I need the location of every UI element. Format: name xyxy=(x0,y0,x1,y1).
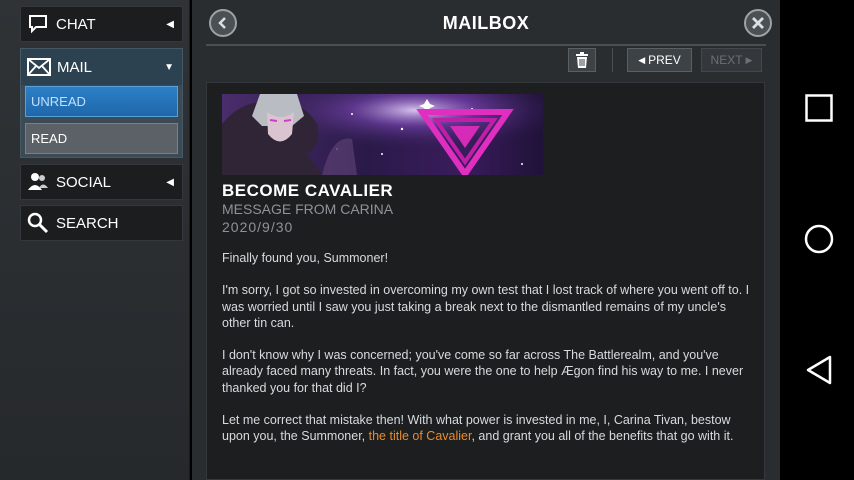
mailbox-panel: MAILBOX ◀ PREV NEXT ▶ BECOME CAVALIER ME… xyxy=(192,0,780,480)
next-label: NEXT xyxy=(710,53,743,67)
message-paragraph: Finally found you, Summoner! xyxy=(222,251,389,265)
sidebar: CHAT ◀ MAIL ▼ UNREAD READ SOCIAL ◀ SEARC… xyxy=(0,0,190,480)
message-sender: MESSAGE FROM CARINA xyxy=(222,201,394,217)
chat-bubble-icon xyxy=(26,12,50,36)
message-date: 2020/9/30 xyxy=(222,219,294,235)
close-icon xyxy=(752,17,764,29)
message-title: BECOME CAVALIER xyxy=(222,181,394,200)
triangle-back-icon xyxy=(806,355,832,385)
people-icon xyxy=(26,170,50,194)
next-button[interactable]: NEXT ▶ xyxy=(701,48,762,72)
message-paragraph: I'm sorry, I got so invested in overcomi… xyxy=(222,283,750,330)
envelope-icon xyxy=(26,58,52,76)
nav-mail[interactable]: MAIL ▼ xyxy=(21,49,182,85)
toolbar: ◀ PREV NEXT ▶ xyxy=(192,48,780,76)
back-nav-button[interactable] xyxy=(803,354,835,386)
square-icon xyxy=(805,94,833,122)
message-panel: BECOME CAVALIER MESSAGE FROM CARINA 2020… xyxy=(206,82,765,480)
message-banner-image xyxy=(222,94,543,175)
divider xyxy=(206,44,766,46)
title-bar: MAILBOX xyxy=(192,0,780,46)
home-button[interactable] xyxy=(803,223,835,255)
chevron-down-icon: ▼ xyxy=(164,61,174,73)
divider xyxy=(612,48,613,72)
chevron-left-icon: ◀ xyxy=(166,176,174,188)
android-nav-bar xyxy=(780,0,854,480)
cavalier-title-link[interactable]: the title of Cavalier xyxy=(369,429,472,443)
nav-social-label: SOCIAL xyxy=(56,173,112,191)
nav-search[interactable]: SEARCH xyxy=(20,205,183,241)
triangle-right-icon: ▶ xyxy=(745,54,753,65)
chevron-left-icon: ◀ xyxy=(166,18,174,30)
close-button[interactable] xyxy=(744,9,772,37)
delete-button[interactable] xyxy=(568,48,596,72)
prev-button[interactable]: ◀ PREV xyxy=(627,48,692,72)
message-body: Finally found you, Summoner! I'm sorry, … xyxy=(222,250,752,461)
read-filter-button[interactable]: READ xyxy=(25,123,178,154)
page-title: MAILBOX xyxy=(442,13,530,33)
circle-icon xyxy=(804,224,834,254)
triangle-left-icon: ◀ xyxy=(638,54,646,65)
nav-search-label: SEARCH xyxy=(56,214,119,232)
message-text: , and grant you all of the benefits that… xyxy=(471,429,734,444)
nav-chat[interactable]: CHAT ◀ xyxy=(20,6,183,42)
mail-group: MAIL ▼ UNREAD READ xyxy=(20,48,183,158)
trash-icon xyxy=(576,52,588,68)
nav-mail-label: MAIL xyxy=(57,58,93,76)
recents-button[interactable] xyxy=(803,92,835,124)
magnifier-icon xyxy=(26,211,50,235)
nav-social[interactable]: SOCIAL ◀ xyxy=(20,164,183,200)
unread-filter-button[interactable]: UNREAD xyxy=(25,86,178,117)
message-paragraph: Let me correct that mistake then! With w… xyxy=(222,412,752,445)
nav-chat-label: CHAT xyxy=(56,15,96,33)
prev-label: PREV xyxy=(648,53,681,67)
message-paragraph: I don't know why I was concerned; you've… xyxy=(222,348,744,395)
